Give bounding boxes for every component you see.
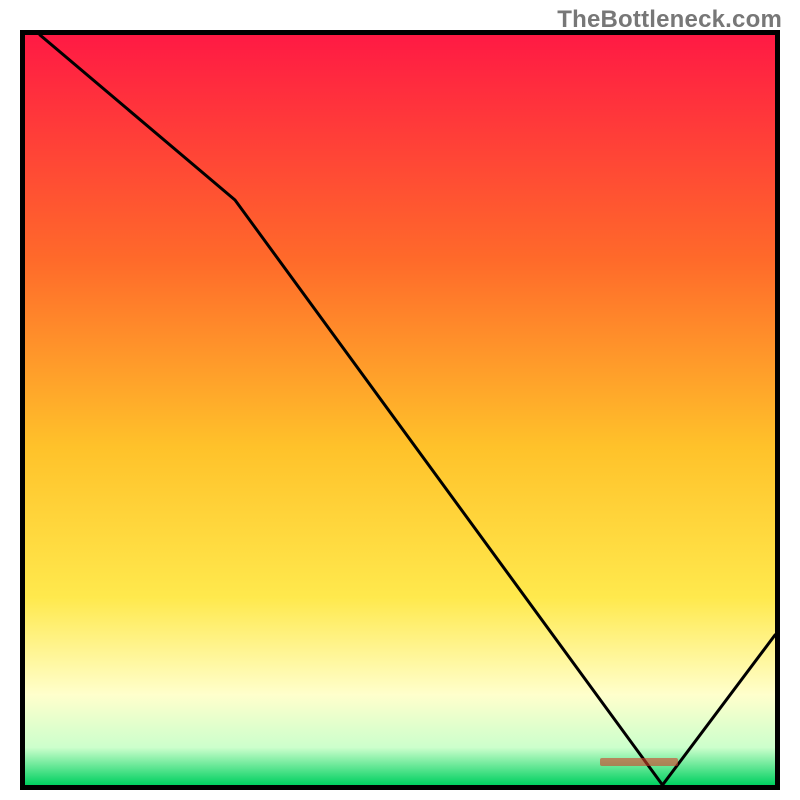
stage: TheBottleneck.com: [0, 0, 800, 800]
plot-svg: [25, 35, 775, 785]
plot-frame: [20, 30, 780, 790]
gradient-background: [25, 35, 775, 785]
